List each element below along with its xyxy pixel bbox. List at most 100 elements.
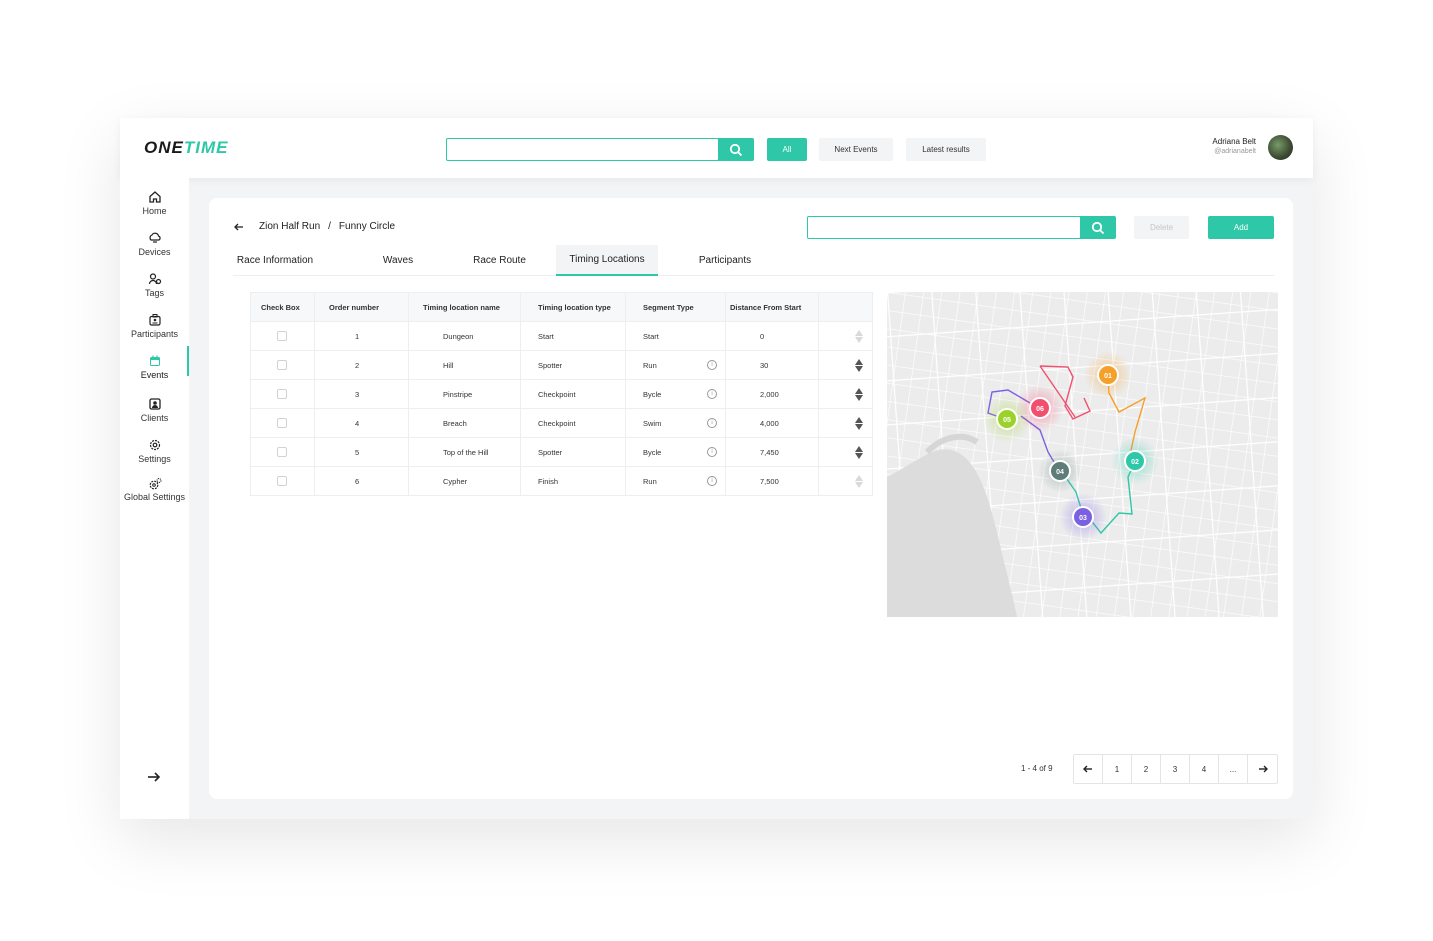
- map-marker-label: 04: [1056, 469, 1064, 476]
- map-marker[interactable]: 02: [1124, 450, 1146, 472]
- row-checkbox[interactable]: [277, 360, 287, 370]
- timing-search-button[interactable]: [1080, 216, 1116, 239]
- filter-all-button[interactable]: All: [767, 138, 807, 161]
- timing-search-input[interactable]: [807, 216, 1081, 239]
- column-header[interactable]: Distance From Start: [725, 292, 819, 322]
- move-up-icon[interactable]: [854, 358, 863, 365]
- column-header[interactable]: Segment Type: [625, 292, 726, 322]
- type-cell: Checkpoint: [520, 408, 626, 438]
- move-down-icon[interactable]: [854, 481, 863, 488]
- info-icon[interactable]: i: [707, 360, 717, 370]
- route-map[interactable]: 01 02 03 04 05 06: [887, 292, 1278, 617]
- move-down-icon[interactable]: [854, 394, 863, 401]
- pagination-page[interactable]: 4: [1190, 755, 1219, 783]
- sidebar-item-label: Home: [142, 206, 167, 216]
- name-cell: Hill: [408, 350, 521, 380]
- sidebar-item-clients[interactable]: Clients: [120, 397, 189, 423]
- table-row[interactable]: 3 Pinstripe Checkpoint Bycle i 2,000: [250, 379, 873, 409]
- tab-race-route[interactable]: Race Route: [460, 245, 539, 276]
- move-up-icon[interactable]: [854, 387, 863, 394]
- sidebar-item-tags[interactable]: Tags: [120, 272, 189, 298]
- map-marker[interactable]: 04: [1049, 460, 1071, 482]
- pagination: 1 2 3 4 ...: [1073, 754, 1278, 784]
- back-arrow-icon[interactable]: [233, 222, 245, 232]
- segment-label: Bycle: [643, 389, 662, 399]
- order-cell: 4: [314, 408, 409, 438]
- gear-icon: [149, 439, 160, 451]
- map-marker[interactable]: 05: [996, 408, 1018, 430]
- sidebar-item-label: Tags: [144, 288, 164, 298]
- table-row[interactable]: 4 Breach Checkpoint Swim i 4,000: [250, 408, 873, 438]
- map-marker[interactable]: 03: [1072, 506, 1094, 528]
- logout-button[interactable]: [146, 770, 162, 788]
- move-down-icon[interactable]: [854, 336, 863, 343]
- type-cell: Spotter: [520, 437, 626, 467]
- sidebar-item-label: Participants: [130, 329, 179, 339]
- move-up-icon[interactable]: [854, 329, 863, 336]
- breadcrumb-event[interactable]: Zion Half Run: [259, 221, 320, 232]
- sidebar-item-settings[interactable]: Settings: [120, 438, 189, 464]
- row-checkbox[interactable]: [277, 418, 287, 428]
- row-checkbox[interactable]: [277, 447, 287, 457]
- distance-cell: 2,000: [725, 379, 819, 409]
- global-settings-icon: [149, 478, 161, 490]
- map-marker-label: 06: [1036, 406, 1044, 413]
- order-cell: 1: [314, 321, 409, 351]
- avatar[interactable]: [1268, 135, 1293, 160]
- devices-icon: [148, 232, 161, 243]
- table-row[interactable]: 6 Cypher Finish Run i 7,500: [250, 466, 873, 496]
- sidebar-item-participants[interactable]: Participants: [120, 313, 189, 339]
- pagination-page[interactable]: 3: [1161, 755, 1190, 783]
- move-down-icon[interactable]: [854, 365, 863, 372]
- info-icon[interactable]: i: [707, 476, 717, 486]
- row-checkbox[interactable]: [277, 476, 287, 486]
- tab-race-information[interactable]: Race Information: [233, 245, 317, 276]
- delete-button[interactable]: Delete: [1134, 216, 1189, 239]
- arrow-left-icon: [1083, 765, 1092, 773]
- row-checkbox[interactable]: [277, 389, 287, 399]
- onetime-logo[interactable]: ONETIME: [144, 138, 228, 158]
- checkbox-cell: [250, 321, 315, 351]
- map-marker[interactable]: 01: [1097, 364, 1119, 386]
- move-up-icon[interactable]: [854, 474, 863, 481]
- column-header[interactable]: Order number: [314, 292, 409, 322]
- move-down-icon[interactable]: [854, 452, 863, 459]
- tab-waves[interactable]: Waves: [373, 245, 423, 276]
- sidebar-item-devices[interactable]: Devices: [120, 231, 189, 257]
- sidebar-item-global-settings[interactable]: Global Settings: [120, 477, 189, 502]
- info-icon[interactable]: i: [707, 389, 717, 399]
- table-row[interactable]: 1 Dungeon Start Start 0: [250, 321, 873, 351]
- move-up-icon[interactable]: [854, 445, 863, 452]
- sidebar-item-events[interactable]: Events: [120, 346, 189, 380]
- tab-timing-locations[interactable]: Timing Locations: [556, 245, 658, 276]
- sidebar-item-label: Clients: [140, 413, 169, 423]
- move-up-icon[interactable]: [854, 416, 863, 423]
- tab-bar: Race Information Waves Race Route Timing…: [233, 245, 1274, 276]
- global-search-input[interactable]: [446, 138, 719, 161]
- pagination-prev-button[interactable]: [1074, 755, 1103, 783]
- pagination-summary: 1 - 4 of 9: [1021, 764, 1053, 773]
- global-search-button[interactable]: [718, 138, 754, 161]
- add-button[interactable]: Add: [1208, 216, 1274, 239]
- info-icon[interactable]: i: [707, 447, 717, 457]
- order-cell: 6: [314, 466, 409, 496]
- tab-participants[interactable]: Participants: [692, 245, 758, 276]
- pagination-page[interactable]: 1: [1103, 755, 1132, 783]
- column-header[interactable]: Timing location type: [520, 292, 626, 322]
- app-window: ONETIME All Next Events Latest results A…: [120, 118, 1313, 819]
- info-icon[interactable]: i: [707, 418, 717, 428]
- pagination-page[interactable]: 2: [1132, 755, 1161, 783]
- sidebar-item-home[interactable]: Home: [120, 190, 189, 216]
- table-row[interactable]: 2 Hill Spotter Run i 30: [250, 350, 873, 380]
- row-checkbox[interactable]: [277, 331, 287, 341]
- table-row[interactable]: 5 Top of the Hill Spotter Bycle i 7,450: [250, 437, 873, 467]
- pagination-ellipsis[interactable]: ...: [1219, 755, 1248, 783]
- map-marker[interactable]: 06: [1029, 397, 1051, 419]
- filter-next-events-button[interactable]: Next Events: [819, 138, 893, 161]
- tags-icon: [148, 273, 161, 285]
- filter-latest-results-button[interactable]: Latest results: [906, 138, 986, 161]
- timing-locations-table: Check Box Order number Timing location n…: [250, 292, 873, 496]
- move-down-icon[interactable]: [854, 423, 863, 430]
- pagination-next-button[interactable]: [1248, 755, 1277, 783]
- column-header[interactable]: Timing location name: [408, 292, 521, 322]
